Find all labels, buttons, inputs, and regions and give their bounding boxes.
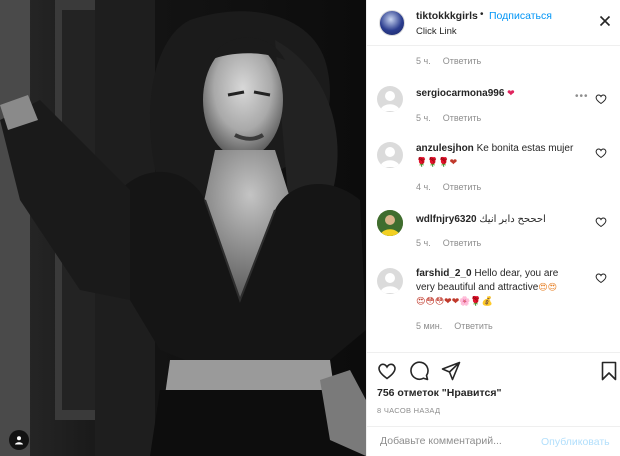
post-header: tiktokkkgirls • Подписаться Click Link	[367, 0, 620, 46]
comment-meta: 5 мин. Ответить	[416, 321, 493, 331]
heart-icon[interactable]	[595, 93, 607, 105]
comment-time: 5 мин.	[416, 321, 443, 331]
comment-meta: 5 ч. Ответить	[416, 238, 481, 248]
commenter-username[interactable]: sergiocarmona996	[416, 88, 504, 99]
post-actions: 756 отметок "Нравится" 8 ЧАСОВ НАЗАД	[367, 352, 620, 428]
share-icon[interactable]	[441, 361, 461, 381]
heart-icon[interactable]	[595, 147, 607, 159]
close-icon[interactable]	[599, 15, 611, 27]
caption-meta: 5 ч. Ответить	[416, 56, 481, 66]
commenter-username[interactable]: anzulesjhon	[416, 143, 474, 154]
heart-icon[interactable]	[377, 361, 397, 381]
caption-time: 5 ч.	[416, 56, 431, 66]
reply-button[interactable]: Ответить	[443, 56, 481, 66]
reply-button[interactable]: Ответить	[443, 182, 481, 192]
commenter-avatar[interactable]	[377, 142, 403, 168]
author-username[interactable]: tiktokkkgirls	[416, 10, 478, 22]
reply-button[interactable]: Ответить	[454, 321, 492, 331]
comment-emoji: 😍😍	[538, 283, 558, 293]
bookmark-icon[interactable]	[599, 361, 619, 381]
reply-button[interactable]: Ответить	[443, 113, 481, 123]
separator-dot: •	[480, 9, 484, 20]
comment-composer: Опубликовать	[367, 426, 620, 456]
comment-time: 5 ч.	[416, 238, 431, 248]
post-side-panel: tiktokkkgirls • Подписаться Click Link 5…	[366, 0, 620, 456]
post-photo[interactable]	[0, 0, 366, 456]
comment-text: Ke bonita estas mujer	[476, 143, 574, 154]
likes-count[interactable]: 756 отметок "Нравится"	[377, 387, 501, 399]
commenter-username[interactable]: wdlfnjry6320	[416, 214, 477, 225]
comment-input[interactable]	[380, 435, 530, 447]
post-comment-button[interactable]: Опубликовать	[541, 436, 610, 448]
post-timestamp: 8 ЧАСОВ НАЗАД	[377, 406, 441, 415]
comments-list[interactable]: 5 ч. Ответить sergiocarmona996 ❤ ••• 5 ч.…	[367, 46, 620, 352]
commenter-username[interactable]: farshid_2_0	[416, 268, 472, 279]
comment-body: wdlfnjry6320 احححح دابر انيك	[416, 213, 586, 227]
comment-emoji-line: 😍😳😳❤❤🌸🌹💰	[416, 297, 493, 307]
follow-button[interactable]: Подписаться	[489, 10, 552, 22]
author-avatar[interactable]	[379, 10, 405, 36]
comment-emoji: 🌹🌹🌹❤	[416, 158, 458, 168]
comment-time: 4 ч.	[416, 182, 431, 192]
commenter-avatar[interactable]	[377, 268, 403, 294]
comment-icon[interactable]	[409, 361, 429, 381]
user-tag-icon[interactable]	[9, 430, 29, 450]
reply-button[interactable]: Ответить	[443, 238, 481, 248]
comment-body: farshid_2_0 Hello dear, you are very bea…	[416, 267, 576, 309]
heart-icon[interactable]	[595, 272, 607, 284]
comment-emoji: ❤	[507, 89, 515, 99]
commenter-avatar[interactable]	[377, 210, 403, 236]
comment-meta: 5 ч. Ответить	[416, 113, 481, 123]
comment-meta: 4 ч. Ответить	[416, 182, 481, 192]
comment-body: sergiocarmona996 ❤	[416, 87, 576, 101]
more-icon[interactable]: •••	[575, 91, 589, 102]
commenter-avatar[interactable]	[377, 86, 403, 112]
comment-body: anzulesjhon Ke bonita estas mujer 🌹🌹🌹❤	[416, 142, 576, 170]
comment-time: 5 ч.	[416, 113, 431, 123]
heart-icon[interactable]	[595, 216, 607, 228]
comment-text: احححح دابر انيك	[479, 214, 546, 225]
author-subtitle: Click Link	[416, 26, 457, 37]
